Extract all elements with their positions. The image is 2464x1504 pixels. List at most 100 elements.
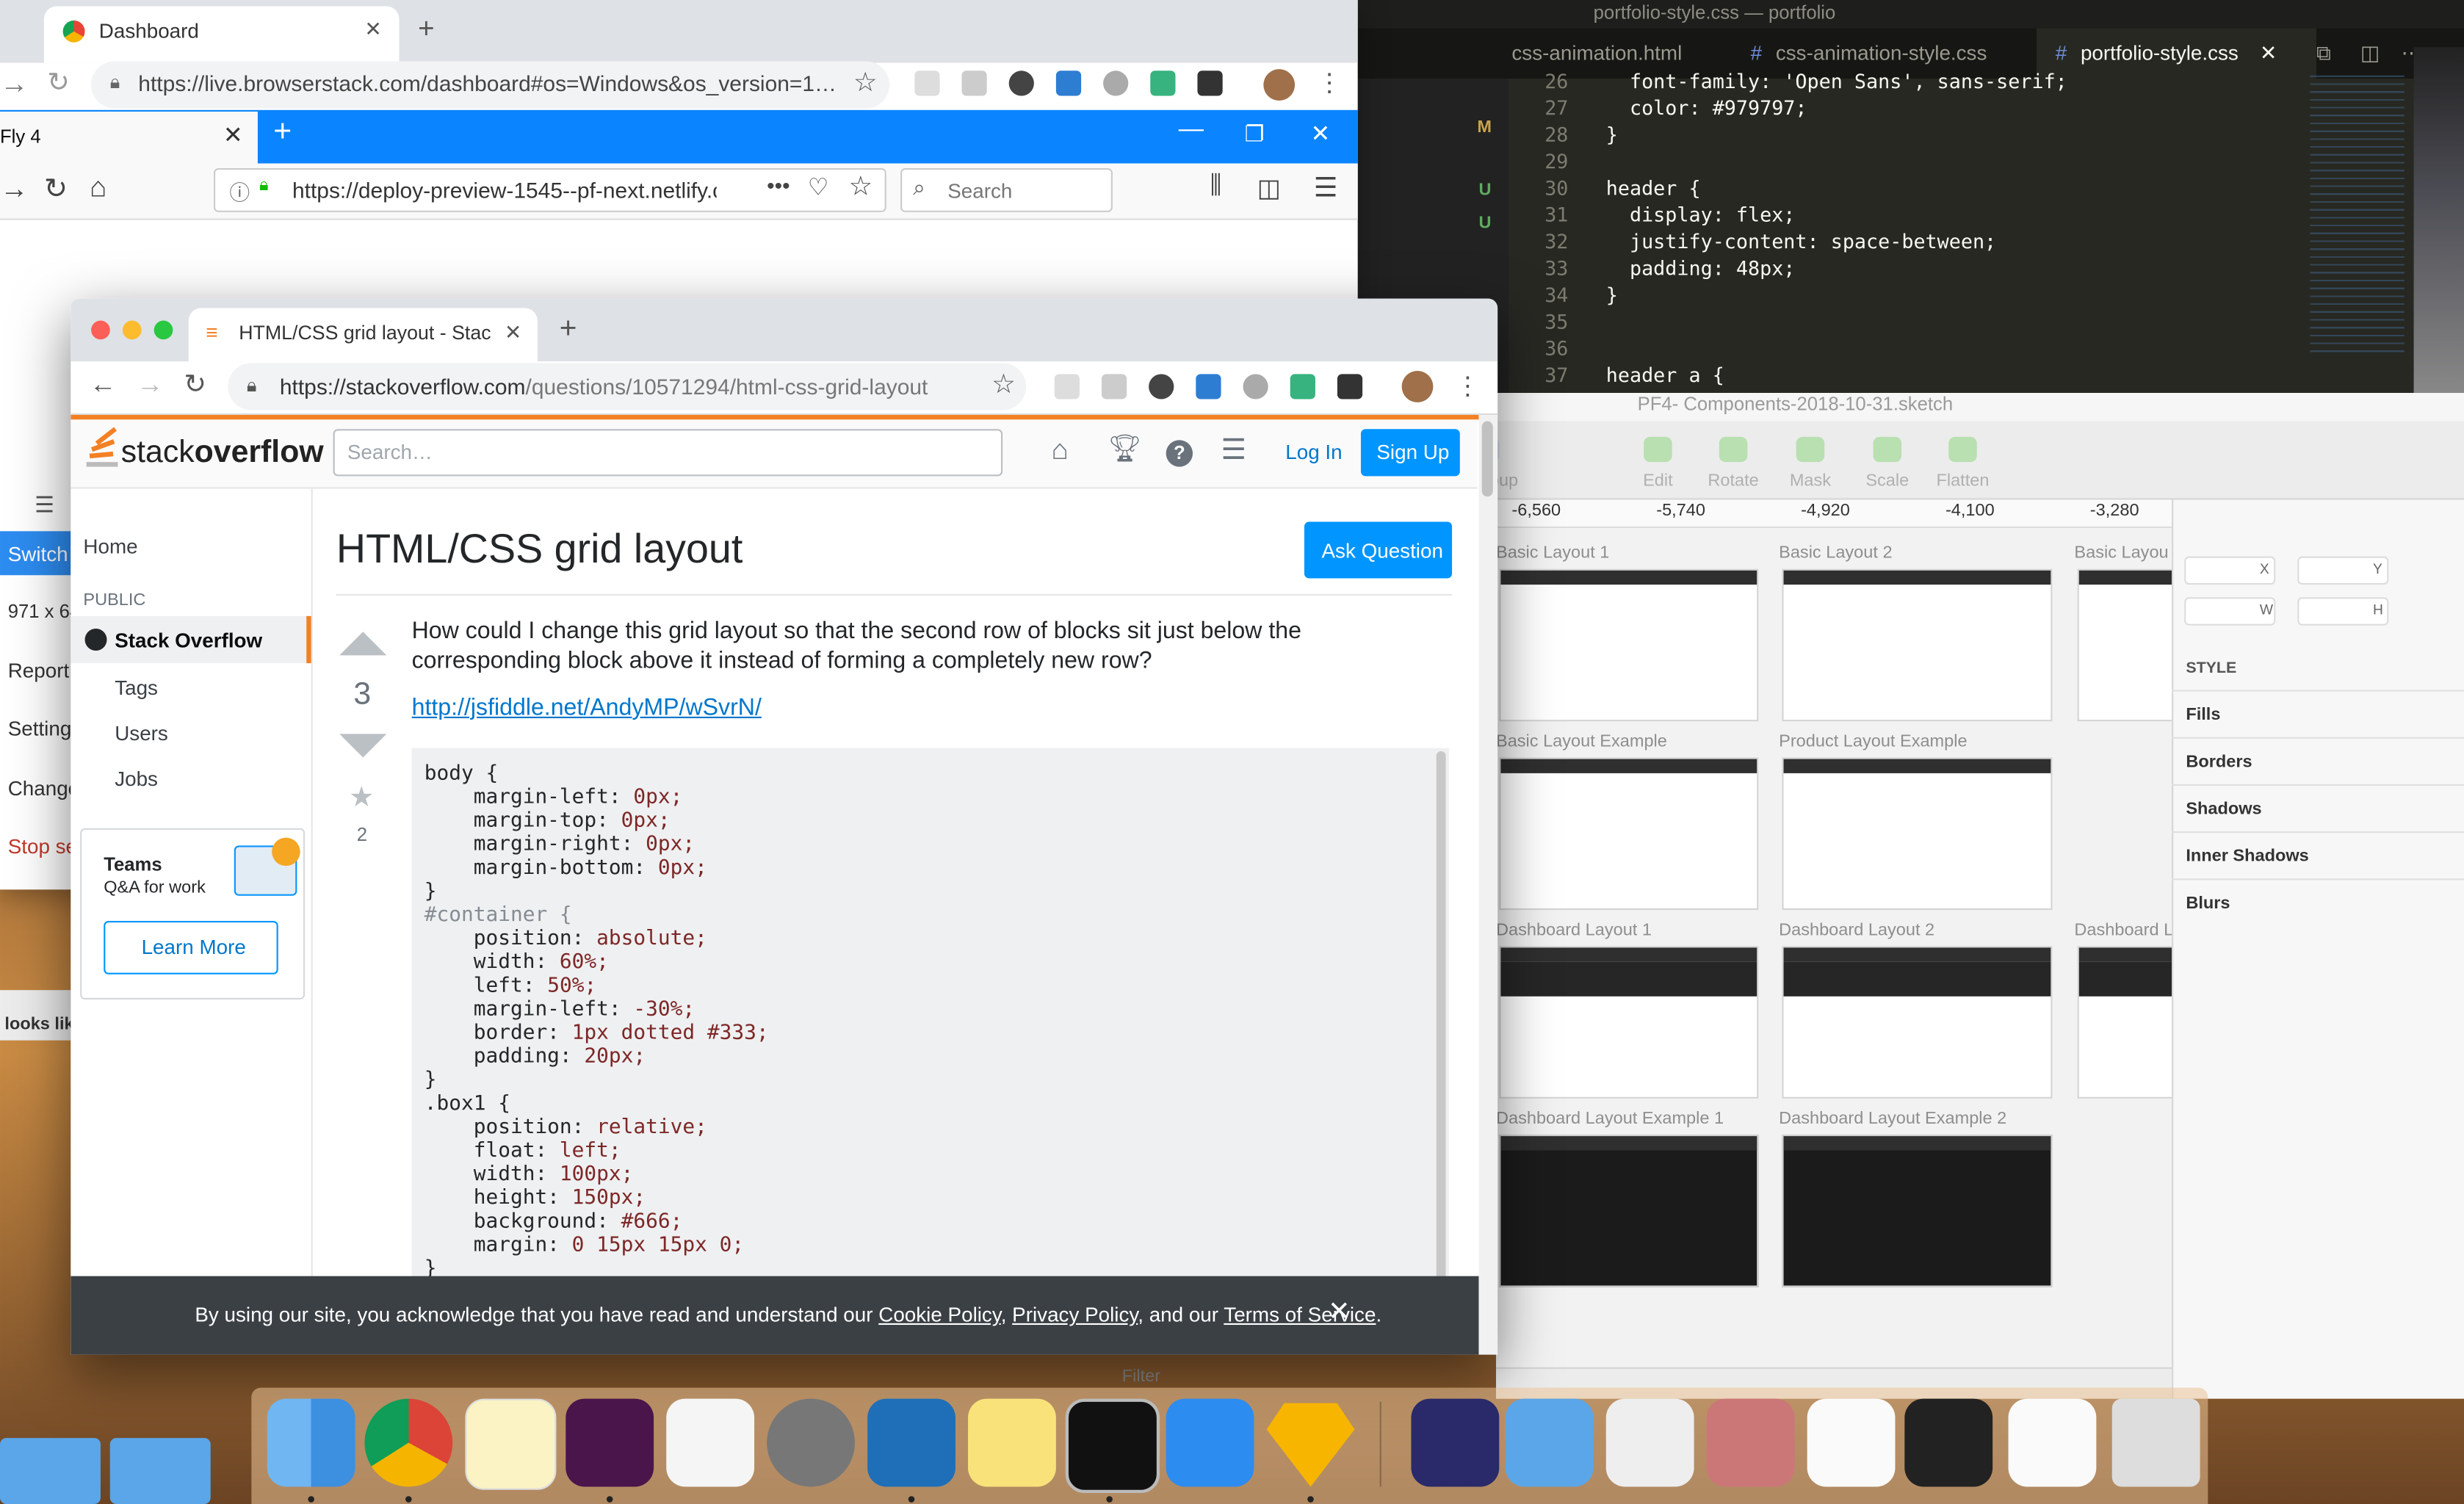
bookmark-star-icon[interactable]: ☆ xyxy=(848,171,872,203)
url-text[interactable]: https://deploy-preview-1545--pf-next.net… xyxy=(292,178,717,203)
stickies-icon[interactable] xyxy=(968,1398,1056,1487)
slack-icon[interactable] xyxy=(566,1398,654,1487)
minimize-icon[interactable]: — xyxy=(1179,116,1204,145)
question-title[interactable]: HTML/CSS grid layout xyxy=(336,525,743,574)
pocket-icon[interactable]: ♡ xyxy=(808,173,829,201)
so-logo-icon[interactable] xyxy=(83,427,120,471)
nav-stackoverflow[interactable]: Stack Overflow xyxy=(115,629,262,652)
artboard-label[interactable]: Basic Layout 2 xyxy=(1779,543,1892,563)
avatar[interactable] xyxy=(1401,371,1434,402)
minimize-window-icon[interactable] xyxy=(122,320,142,340)
trash-icon[interactable] xyxy=(2111,1398,2200,1487)
wordpress-icon[interactable] xyxy=(1149,374,1174,400)
extension-circle-icon[interactable] xyxy=(1103,70,1129,96)
artboard-label[interactable]: Dashboard Layout Example 2 xyxy=(1779,1110,2006,1129)
artboard-thumbnail[interactable] xyxy=(1499,946,1759,1099)
home-icon[interactable]: ⌂ xyxy=(90,171,106,204)
report-item[interactable]: Report xyxy=(8,659,70,682)
zoom-window-icon[interactable] xyxy=(153,320,173,340)
editor-tab-3[interactable]: portfolio-style.css xyxy=(2081,29,2239,79)
jsfiddle-link[interactable]: http://jsfiddle.net/AndyMP/wSvrN/ xyxy=(412,695,762,721)
close-window-icon[interactable] xyxy=(91,320,110,340)
stop-session-item[interactable]: Stop se xyxy=(8,834,77,858)
nav-jobs[interactable]: Jobs xyxy=(115,767,357,790)
artboard-label[interactable]: Basic Layou xyxy=(2074,543,2168,563)
screenshot-icon[interactable] xyxy=(1337,374,1363,400)
close-window-icon[interactable]: ✕ xyxy=(1311,120,1331,148)
folder-icon[interactable] xyxy=(0,1438,101,1504)
toolbar-scale-icon[interactable] xyxy=(1873,436,1902,463)
extension-b-icon[interactable] xyxy=(1101,374,1127,400)
artboard-thumbnail[interactable] xyxy=(2077,946,2175,1099)
toolbar-rotate-icon[interactable] xyxy=(1719,436,1748,463)
menu-icon[interactable]: ⋮ xyxy=(1455,371,1480,402)
close-tab-icon[interactable]: ✕ xyxy=(223,121,243,149)
folder-icon[interactable] xyxy=(1505,1398,1594,1487)
toolbar-mask-label[interactable]: Mask xyxy=(1766,471,1854,491)
new-tab-icon[interactable]: + xyxy=(418,12,435,46)
artboard-thumbnail[interactable] xyxy=(1782,946,2053,1099)
upvote-icon[interactable] xyxy=(339,632,387,656)
style-item[interactable]: Borders xyxy=(2186,753,2252,772)
artboard-thumbnail[interactable] xyxy=(1782,1135,2053,1287)
window-thumbnail-icon[interactable] xyxy=(2008,1398,2097,1487)
close-banner-icon[interactable]: ✕ xyxy=(1328,1297,1350,1328)
artboard-label[interactable]: Basic Layout 1 xyxy=(1496,543,1609,563)
page-scrollbar-thumb[interactable] xyxy=(1481,421,1493,497)
toolbar-flatten-label[interactable]: Flatten xyxy=(1919,471,2007,491)
artboard-label[interactable]: Dashboard Layout 1 xyxy=(1496,921,1652,940)
tab-dashboard[interactable] xyxy=(43,6,400,63)
so-logo[interactable]: stackoverflow xyxy=(121,435,324,471)
close-tab-icon[interactable]: ✕ xyxy=(2260,29,2277,79)
info-icon[interactable]: ⓘ xyxy=(229,176,250,206)
switch-button[interactable]: Switch xyxy=(8,542,68,565)
framer-icon[interactable] xyxy=(1166,1398,1254,1487)
cookie-policy-link[interactable]: Cookie Policy xyxy=(878,1303,1000,1326)
window-thumbnail-icon[interactable] xyxy=(1706,1398,1795,1487)
inbox-icon[interactable]: ⌂ xyxy=(1051,434,1068,467)
chrome-icon[interactable] xyxy=(364,1398,453,1487)
hamburger-icon[interactable]: ☰ xyxy=(35,492,54,518)
privacy-policy-link[interactable]: Privacy Policy xyxy=(1012,1303,1138,1326)
notes-icon[interactable] xyxy=(465,1398,557,1490)
artboard-thumbnail[interactable] xyxy=(1499,1135,1759,1287)
close-tab-icon[interactable]: ✕ xyxy=(505,321,521,346)
screenshot-icon[interactable] xyxy=(1197,70,1223,96)
artboard-thumbnail[interactable] xyxy=(1499,568,1759,722)
extension-green-icon[interactable] xyxy=(1290,374,1315,400)
style-item[interactable]: Shadows xyxy=(2186,800,2261,819)
artboard-label[interactable]: Dashboard Layout 2 xyxy=(1779,921,1934,940)
firefox-doc-icon[interactable] xyxy=(1411,1398,1500,1487)
system-preferences-icon[interactable] xyxy=(767,1398,855,1487)
forward-icon[interactable]: → xyxy=(137,369,163,401)
menu-icon[interactable]: ⋮ xyxy=(1317,68,1342,99)
change-item[interactable]: Change xyxy=(8,776,79,800)
window-thumbnail-icon[interactable] xyxy=(1605,1398,1694,1487)
style-item[interactable]: Inner Shadows xyxy=(2186,847,2308,866)
toolbar-rotate-label[interactable]: Rotate xyxy=(1689,471,1777,491)
folder-icon[interactable] xyxy=(109,1438,211,1504)
nav-tags[interactable]: Tags xyxy=(115,676,357,699)
avatar[interactable] xyxy=(1263,69,1296,101)
layout-icon[interactable]: ◫ xyxy=(2360,29,2380,79)
extension-b-icon[interactable] xyxy=(961,70,987,96)
sidebar-icon[interactable]: ◫ xyxy=(1257,173,1281,204)
split-icon[interactable]: ⧉ xyxy=(2316,29,2331,79)
reload-icon[interactable]: ↻ xyxy=(47,68,69,99)
extension-grid-icon[interactable] xyxy=(914,70,940,96)
extension-green-icon[interactable] xyxy=(1150,70,1176,96)
wordpress-icon[interactable] xyxy=(1008,70,1034,96)
page-actions-icon[interactable]: ••• xyxy=(767,173,790,198)
forward-icon[interactable]: → xyxy=(0,68,29,101)
filter-label[interactable]: Filter xyxy=(1122,1367,1160,1386)
url-host[interactable]: https://stackoverflow.com/questions/1057… xyxy=(280,374,928,399)
terms-link[interactable]: Terms of Service xyxy=(1224,1303,1376,1326)
new-tab-icon[interactable]: + xyxy=(273,115,292,151)
artboard-label[interactable]: Product Layout Example xyxy=(1779,732,1967,751)
vue-icon[interactable] xyxy=(1196,374,1221,400)
artboard-thumbnail[interactable] xyxy=(2077,568,2175,722)
vue-icon[interactable] xyxy=(1055,70,1082,96)
so-search-input[interactable] xyxy=(333,429,1003,477)
artboard-thumbnail[interactable] xyxy=(1782,568,2053,722)
favorite-star-icon[interactable]: ★ xyxy=(349,781,375,814)
